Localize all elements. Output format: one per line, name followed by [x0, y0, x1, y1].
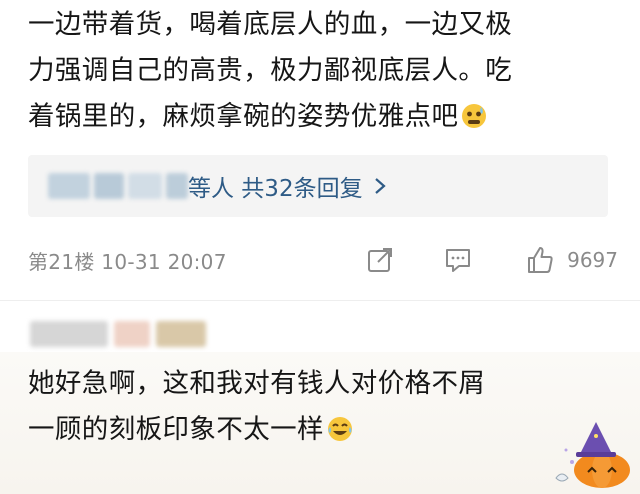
chevron-right-icon [374, 178, 386, 194]
reply-summary-link[interactable]: 等人 共32条回复 [188, 169, 387, 203]
share-icon[interactable] [365, 245, 395, 275]
like-icon[interactable] [525, 245, 555, 275]
reply-user-blurred [30, 318, 206, 350]
comment-divider [0, 300, 640, 301]
cold-sweat-emoji-icon [462, 104, 487, 128]
pumpkin-witch-badge-icon [555, 422, 630, 488]
reply-names-blurred [48, 173, 188, 199]
reply-preview-box[interactable]: 等人 共32条回复 [28, 155, 608, 217]
reply-line-2-text: 一顾的刻板印象不太一样 [28, 414, 324, 445]
comment-line-1: 一边带着货，喝着底层人的血，一边又极 [28, 9, 513, 40]
reply-line-2: 一顾的刻板印象不太一样 [28, 407, 608, 453]
laugh-cry-emoji-icon [327, 417, 352, 441]
comment-line-3: 着锅里的，麻烦拿碗的姿势优雅点吧 [28, 94, 618, 140]
comment-line-3-text: 着锅里的，麻烦拿碗的姿势优雅点吧 [28, 101, 459, 132]
reply-body: 她好急啊，这和我对有钱人对价格不屑 一顾的刻板印象不太一样 [28, 361, 608, 453]
comment-body: 一边带着货，喝着底层人的血，一边又极 力强调自己的高贵，极力鄙视底层人。吃 着锅… [28, 2, 618, 140]
reply-summary-text: 等人 共32条回复 [188, 176, 363, 202]
like-count: 9697 [567, 248, 618, 272]
comment-icon[interactable] [443, 245, 473, 275]
comment-line-2: 力强调自己的高贵，极力鄙视底层人。吃 [28, 55, 513, 86]
floor-timestamp: 第21楼 10-31 20:07 [28, 249, 227, 274]
comment-meta-row: 第21楼 10-31 20:07 9697 [28, 244, 618, 276]
reply-line-1: 她好急啊，这和我对有钱人对价格不屑 [28, 368, 486, 399]
